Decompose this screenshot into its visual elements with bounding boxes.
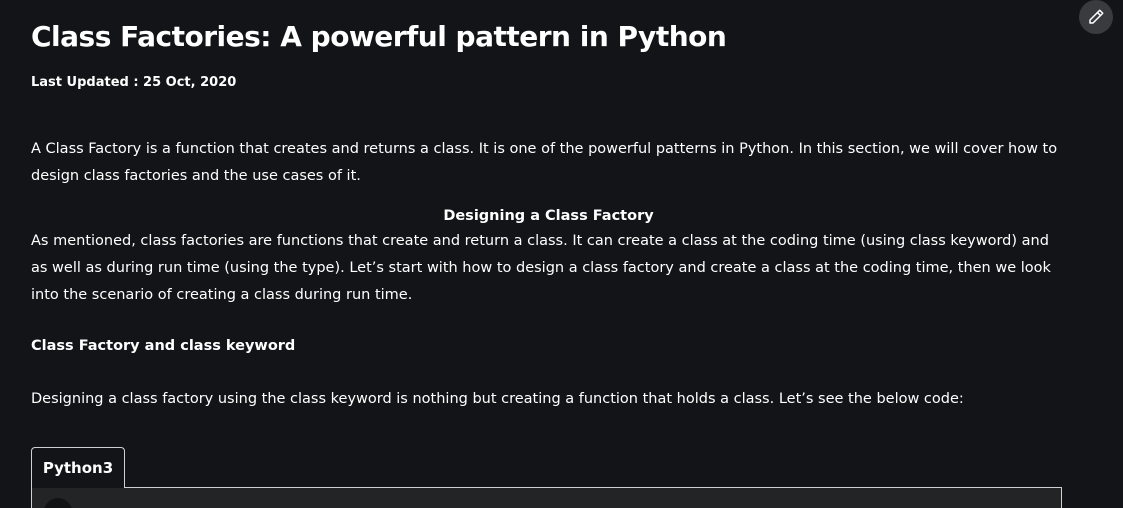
code-action-button[interactable] bbox=[44, 498, 72, 508]
last-updated: Last Updated : 25 Oct, 2020 bbox=[31, 75, 237, 90]
section-paragraph: As mentioned, class factories are functi… bbox=[31, 233, 1051, 303]
subheading-paragraph: Designing a class factory using the clas… bbox=[31, 391, 964, 407]
edit-button[interactable] bbox=[1079, 0, 1113, 34]
section-heading: Designing a Class Factory bbox=[443, 208, 654, 224]
article-title: Class Factories: A powerful pattern in P… bbox=[31, 20, 727, 53]
tab-python3[interactable]: Python3 bbox=[31, 447, 125, 488]
article-page: Class Factories: A powerful pattern in P… bbox=[0, 0, 1123, 508]
code-tabbar: Python3 bbox=[31, 447, 1062, 488]
code-block bbox=[31, 488, 1062, 508]
intro-paragraph: A Class Factory is a function that creat… bbox=[31, 141, 1058, 184]
subheading: Class Factory and class keyword bbox=[31, 338, 296, 354]
pencil-icon bbox=[1089, 9, 1104, 24]
article-body: A Class Factory is a function that creat… bbox=[31, 136, 1066, 413]
